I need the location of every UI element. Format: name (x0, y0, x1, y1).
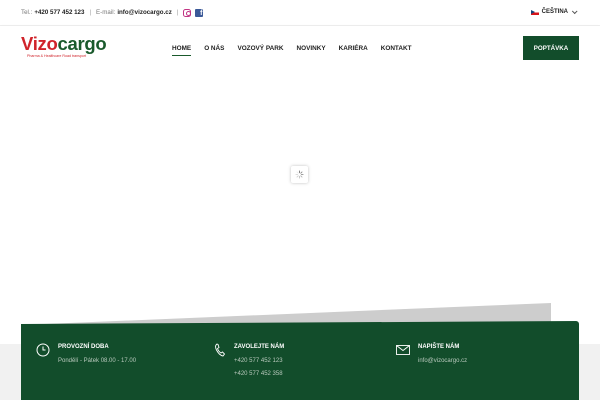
logo[interactable]: Vizocargo Pharma & Healthcare Road trans… (21, 33, 107, 58)
email-footer-link[interactable]: info@vizocargo.cz (418, 358, 467, 364)
logo-text-cargo: cargo (57, 33, 107, 54)
hours-title: PROVOZNÍ DOBA (58, 344, 109, 350)
hero-area (0, 70, 600, 344)
phone-link-2[interactable]: +420 577 452 358 (234, 371, 283, 377)
phone-label: Tel.: (21, 9, 33, 16)
email-link[interactable]: info@vizocargo.cz (117, 9, 172, 16)
phone-icon (215, 343, 226, 357)
language-label: ČEŠTINA (541, 9, 568, 15)
nav-item-o-nas[interactable]: O NÁS (204, 42, 224, 55)
call-title: ZAVOLEJTE NÁM (234, 344, 285, 350)
nav-item-novinky[interactable]: NOVINKY (296, 42, 325, 55)
logo-tagline: Pharma & Healthcare Road transport (27, 54, 87, 58)
facebook-icon[interactable]: f (195, 8, 204, 17)
separator: | (176, 9, 179, 16)
phone-number-link[interactable]: +420 577 452 123 (34, 9, 84, 16)
hours-text: Pondělí - Pátek 08.00 - 17.00 (58, 358, 137, 364)
phone-link-1[interactable]: +420 577 452 123 (234, 358, 283, 364)
envelope-icon (396, 345, 410, 355)
main-nav: HOME O NÁS VOZOVÝ PARK NOVINKY KARIÉRA K… (172, 26, 425, 70)
nav-item-kariera[interactable]: KARIÉRA (339, 42, 368, 55)
nav-item-kontakt[interactable]: KONTAKT (381, 42, 412, 55)
poptavka-button[interactable]: POPTÁVKA (523, 36, 579, 60)
language-selector[interactable]: ČEŠTINA (530, 8, 578, 15)
logo-text-vizo: Vizo (21, 33, 58, 54)
czech-flag-icon (530, 9, 539, 15)
top-bar: Tel.: +420 577 452 123 | E-mail: info@vi… (0, 0, 600, 26)
nav-item-home[interactable]: HOME (172, 42, 192, 56)
loading-spinner-icon (291, 166, 308, 183)
main-header: Vizocargo Pharma & Healthcare Road trans… (0, 26, 600, 70)
write-title: NAPIŠTE NÁM (418, 344, 460, 350)
instagram-icon[interactable] (183, 8, 192, 17)
email-label: E-mail: (96, 9, 116, 16)
nav-item-vozovy-park[interactable]: VOZOVÝ PARK (237, 42, 283, 55)
separator: | (89, 9, 92, 16)
clock-icon (36, 343, 50, 357)
